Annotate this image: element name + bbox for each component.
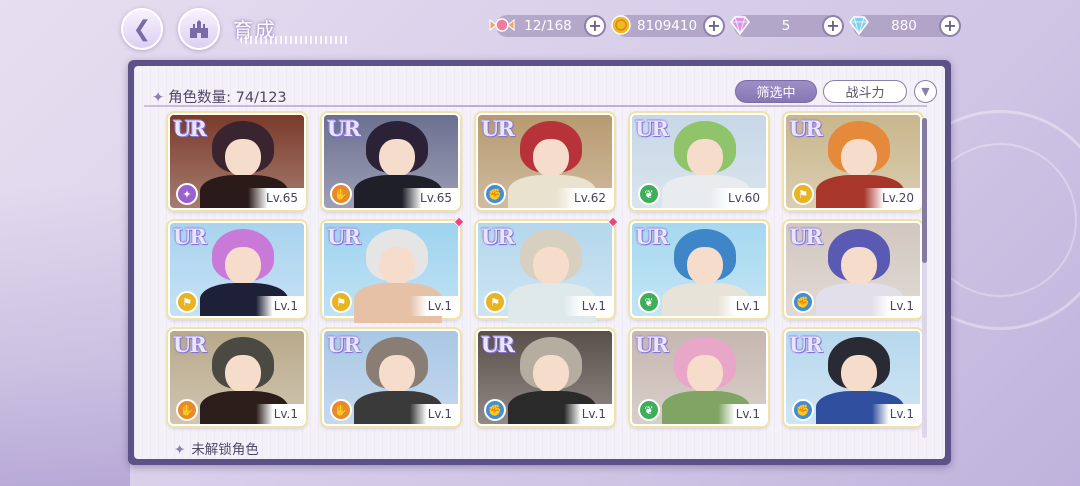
level-label: Lv.1 bbox=[409, 404, 458, 424]
home-button[interactable] bbox=[178, 8, 220, 50]
level-label: Lv.20 bbox=[864, 188, 920, 208]
level-label: Lv.65 bbox=[402, 188, 458, 208]
class-green-icon: ❦ bbox=[638, 399, 660, 421]
rarity-badge: UR bbox=[481, 116, 515, 141]
add-stamina-button[interactable]: + bbox=[584, 15, 606, 37]
level-label: Lv.62 bbox=[556, 188, 612, 208]
character-panel: ✦ 角色数量: 74/123 筛选中 战斗力 ▼ UR ✦ Lv.65 UR ✋ … bbox=[128, 60, 951, 465]
rarity-badge: UR bbox=[789, 116, 823, 141]
add-blue-gem-button[interactable]: + bbox=[939, 15, 961, 37]
scrollbar-thumb[interactable] bbox=[922, 118, 927, 263]
level-label: Lv.1 bbox=[871, 404, 920, 424]
resource-pink-gem: 5 + bbox=[730, 15, 844, 37]
level-label: Lv.60 bbox=[710, 188, 766, 208]
class-blue-icon: ✊ bbox=[792, 291, 814, 313]
filter-button[interactable]: 筛选中 bbox=[735, 80, 817, 103]
rarity-badge: UR bbox=[789, 224, 823, 249]
class-green-icon: ❦ bbox=[638, 183, 660, 205]
character-grid: UR ✦ Lv.65 UR ✋ Lv.65 UR ✊ Lv.62 UR ❦ Lv… bbox=[168, 113, 922, 426]
class-green-icon: ❦ bbox=[638, 291, 660, 313]
blue-diamond-icon bbox=[845, 11, 873, 39]
class-yellow-icon: ⚑ bbox=[176, 291, 198, 313]
rarity-badge: UR bbox=[635, 332, 669, 357]
header-divider bbox=[144, 105, 927, 107]
add-gold-button[interactable]: + bbox=[703, 15, 725, 37]
level-label: Lv.1 bbox=[563, 296, 612, 316]
class-orange-icon: ✋ bbox=[330, 399, 352, 421]
stamina-value: 12/168 bbox=[524, 18, 572, 34]
character-card[interactable]: UR ✊ Lv.1 bbox=[784, 221, 922, 318]
character-card[interactable]: UR ❦ Lv.60 bbox=[630, 113, 768, 210]
level-label: Lv.1 bbox=[409, 296, 458, 316]
character-card[interactable]: UR ✋ Lv.65 bbox=[322, 113, 460, 210]
level-label: Lv.1 bbox=[717, 404, 766, 424]
chevron-down-icon: ▼ bbox=[921, 85, 930, 98]
level-label: Lv.1 bbox=[255, 296, 304, 316]
class-blue-icon: ✊ bbox=[484, 399, 506, 421]
character-card[interactable]: UR ⚑ Lv.1 bbox=[168, 221, 306, 318]
rarity-badge: UR bbox=[173, 224, 207, 249]
level-label: Lv.1 bbox=[717, 296, 766, 316]
castle-home-icon bbox=[190, 20, 208, 38]
character-card[interactable]: UR ⚑ Lv.1 bbox=[322, 216, 465, 323]
level-label: Lv.1 bbox=[871, 296, 920, 316]
sort-order-toggle[interactable]: ▼ bbox=[914, 80, 937, 103]
character-card[interactable]: UR ✊ Lv.1 bbox=[784, 329, 922, 426]
class-yellow-icon: ⚑ bbox=[792, 183, 814, 205]
pink-diamond-icon bbox=[726, 11, 754, 39]
coin-icon bbox=[607, 11, 635, 39]
sparkle-icon: ✦ bbox=[174, 442, 186, 458]
resource-blue-gem: 880 + bbox=[849, 15, 961, 37]
gold-value: 8109410 bbox=[636, 18, 698, 34]
rarity-badge: UR bbox=[635, 116, 669, 141]
rarity-badge: UR bbox=[789, 332, 823, 357]
rarity-badge: UR bbox=[173, 116, 207, 141]
rarity-badge: UR bbox=[327, 116, 361, 141]
character-card[interactable]: UR ✋ Lv.1 bbox=[322, 329, 460, 426]
class-yellow-icon: ⚑ bbox=[330, 291, 352, 313]
character-card[interactable]: UR ⚑ Lv.1 bbox=[476, 216, 619, 323]
character-card[interactable]: UR ✋ Lv.1 bbox=[168, 329, 306, 426]
class-orange-icon: ✋ bbox=[176, 399, 198, 421]
candy-icon bbox=[488, 11, 516, 39]
sparkle-icon: ✦ bbox=[152, 90, 165, 106]
rarity-badge: UR bbox=[635, 224, 669, 249]
rarity-badge: UR bbox=[327, 332, 361, 357]
scrollbar[interactable] bbox=[922, 118, 927, 438]
character-card[interactable]: UR ✊ Lv.1 bbox=[476, 329, 614, 426]
rarity-badge: UR bbox=[481, 224, 515, 249]
rarity-badge: UR bbox=[481, 332, 515, 357]
character-card[interactable]: UR ✦ Lv.65 bbox=[168, 113, 306, 210]
character-card[interactable]: UR ⚑ Lv.20 bbox=[784, 113, 922, 210]
rarity-badge: UR bbox=[327, 224, 361, 249]
locked-characters-toggle[interactable]: ✦ 未解锁角色 bbox=[174, 438, 259, 458]
resource-stamina: 12/168 + bbox=[489, 15, 606, 37]
sort-button[interactable]: 战斗力 bbox=[823, 80, 907, 103]
title-decoration bbox=[240, 36, 350, 44]
add-pink-gem-button[interactable]: + bbox=[822, 15, 844, 37]
character-card[interactable]: UR ❦ Lv.1 bbox=[630, 221, 768, 318]
pink-gem-value: 5 bbox=[781, 18, 791, 34]
rarity-badge: UR bbox=[173, 332, 207, 357]
level-label: Lv.1 bbox=[255, 404, 304, 424]
class-yellow-icon: ⚑ bbox=[484, 291, 506, 313]
class-purple-icon: ✦ bbox=[176, 183, 198, 205]
class-blue-icon: ✊ bbox=[792, 399, 814, 421]
level-label: Lv.65 bbox=[248, 188, 304, 208]
class-blue-icon: ✊ bbox=[484, 183, 506, 205]
back-arrow-icon: ❮ bbox=[132, 16, 152, 42]
character-card[interactable]: UR ❦ Lv.1 bbox=[630, 329, 768, 426]
character-count: ✦ 角色数量: 74/123 bbox=[152, 90, 287, 106]
castle-silhouette bbox=[0, 186, 130, 486]
resource-gold: 8109410 + bbox=[611, 15, 725, 37]
blue-gem-value: 880 bbox=[891, 18, 917, 34]
character-card[interactable]: UR ✊ Lv.62 bbox=[476, 113, 614, 210]
class-orange-icon: ✋ bbox=[330, 183, 352, 205]
back-button[interactable]: ❮ bbox=[121, 8, 163, 50]
level-label: Lv.1 bbox=[563, 404, 612, 424]
